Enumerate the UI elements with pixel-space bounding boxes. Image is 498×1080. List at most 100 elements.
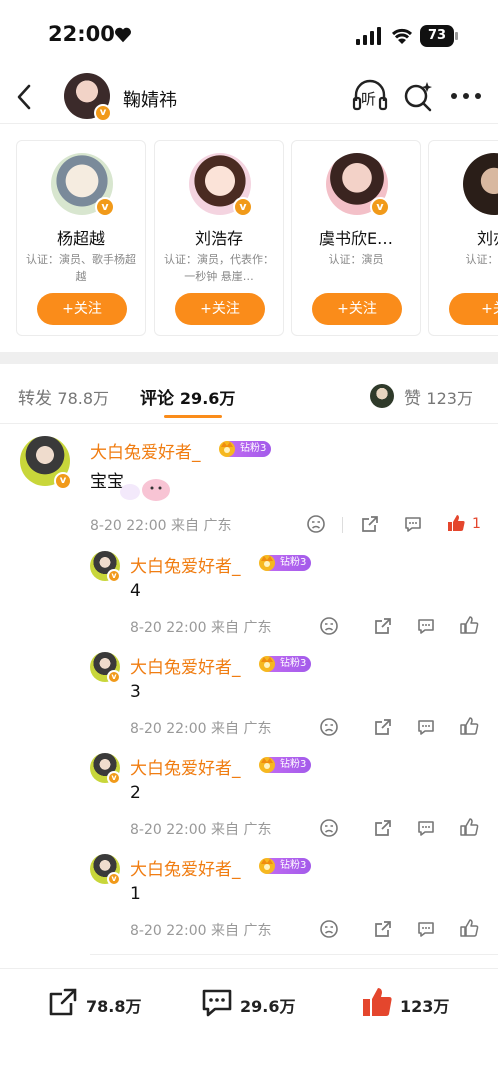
verified-icon: v <box>370 197 390 217</box>
comment-source: 来自 广东 <box>171 518 232 534</box>
like-icon[interactable] <box>459 918 479 938</box>
fan-badge: 钻粉3 <box>259 555 312 571</box>
comment-icon[interactable] <box>416 616 436 636</box>
tab-comment[interactable]: 评论 29.6万 <box>140 384 235 409</box>
status-bar: 22:00 73 <box>0 0 498 70</box>
dislike-icon[interactable] <box>319 717 339 737</box>
comment-username[interactable]: 大白兔爱好者_ <box>130 754 241 779</box>
user-card[interactable]: v 刘浩存 认证：演员，代表作：一秒钟 悬崖… +关注 <box>154 140 284 336</box>
signal-icon <box>356 27 381 45</box>
comment-button[interactable]: 29.6万 <box>200 985 310 1021</box>
fan-badge-label: 钻粉3 <box>280 658 307 669</box>
share-icon[interactable] <box>373 616 393 636</box>
tab-like-count: 123万 <box>426 389 473 408</box>
comment-time-value: 8-20 22:00 <box>130 822 207 838</box>
fan-badge-label: 钻粉3 <box>280 860 307 871</box>
comment-username[interactable]: 大白兔爱好者_ <box>130 552 241 577</box>
share-icon[interactable] <box>373 818 393 838</box>
status-time: 22:00 <box>48 22 115 46</box>
header: v 鞠婧祎 听 <box>0 70 498 124</box>
thumbs-up-icon <box>363 988 392 1016</box>
liker-avatar <box>370 384 394 408</box>
user-card[interactable]: 刘亦 认证：演员 +关 <box>428 140 498 336</box>
more-icon[interactable] <box>450 92 482 100</box>
comment-icon[interactable] <box>416 717 436 737</box>
crown-icon <box>259 555 275 571</box>
card-cert: 认证：演员 <box>328 253 384 266</box>
like-icon[interactable] <box>446 513 466 533</box>
follow-button[interactable]: +关注 <box>175 293 265 325</box>
like-count: 1 <box>472 516 481 532</box>
comment-icon[interactable] <box>416 919 436 939</box>
fan-badge-label: 钻粉3 <box>280 759 307 770</box>
back-icon[interactable] <box>12 82 36 112</box>
user-card[interactable]: v 虞书欣E… 认证：演员 +关注 <box>291 140 421 336</box>
comment-username[interactable]: 大白兔爱好者_ <box>130 653 241 678</box>
card-name: 刘浩存 <box>194 229 243 248</box>
like-icon[interactable] <box>459 615 479 635</box>
repost-button[interactable]: 78.8万 <box>46 985 156 1021</box>
heart-icon <box>115 27 131 43</box>
tab-repost-count: 78.8万 <box>57 389 110 408</box>
card-name: 虞书欣E… <box>318 229 394 248</box>
section-divider <box>0 352 498 364</box>
verified-icon: v <box>95 197 115 217</box>
battery-level: 73 <box>427 28 447 43</box>
comment-icon[interactable] <box>403 514 423 534</box>
comment-time-value: 8-20 22:00 <box>130 721 207 737</box>
battery-icon: 73 <box>420 25 458 47</box>
fan-badge-label: 钻粉3 <box>240 443 267 454</box>
crown-icon <box>259 858 275 874</box>
comment-time: 8-20 22:00 来自 广东 <box>130 819 271 839</box>
crown-icon <box>219 441 235 457</box>
verified-icon: v <box>107 569 121 583</box>
comment-source: 来自 广东 <box>211 620 272 636</box>
tab-repost[interactable]: 转发 78.8万 <box>18 384 109 409</box>
verified-icon: v <box>107 771 121 785</box>
recommended-users: v 杨超越 认证：演员、歌手杨超越 +关注 v 刘浩存 认证：演员，代表作：一秒… <box>0 124 498 352</box>
comment-source: 来自 广东 <box>211 923 272 939</box>
follow-button[interactable]: +关注 <box>312 293 402 325</box>
dislike-icon[interactable] <box>306 514 326 534</box>
verified-icon: v <box>54 472 72 490</box>
share-icon[interactable] <box>373 717 393 737</box>
comment-time: 8-20 22:00 来自 广东 <box>130 617 271 637</box>
comment-source: 来自 广东 <box>211 822 272 838</box>
comment-icon[interactable] <box>416 818 436 838</box>
dislike-icon[interactable] <box>319 616 339 636</box>
verified-icon: v <box>107 670 121 684</box>
card-cert: 认证：演员，代表作：一秒钟 悬崖… <box>164 253 274 283</box>
verified-icon: v <box>107 872 121 886</box>
comment-text: 1 <box>130 884 141 904</box>
user-card[interactable]: v 杨超越 认证：演员、歌手杨超越 +关注 <box>16 140 146 336</box>
crown-icon <box>259 656 275 672</box>
search-icon[interactable] <box>402 80 434 112</box>
comment-time: 8-20 22:00 来自 广东 <box>130 718 271 738</box>
dislike-icon[interactable] <box>319 919 339 939</box>
page-title[interactable]: 鞠婧祎 <box>123 86 177 112</box>
tab-comment-count: 29.6万 <box>179 389 236 408</box>
like-button[interactable]: 123万 <box>360 985 470 1021</box>
repost-icon <box>49 988 77 1016</box>
comment-text: 4 <box>130 581 141 601</box>
fan-badge: 钻粉3 <box>259 656 312 672</box>
share-icon[interactable] <box>373 919 393 939</box>
comment-username[interactable]: 大白兔爱好者_ <box>130 855 241 880</box>
like-icon[interactable] <box>459 817 479 837</box>
follow-button[interactable]: +关 <box>449 293 498 325</box>
verified-icon: v <box>233 197 253 217</box>
follow-button[interactable]: +关注 <box>37 293 127 325</box>
tab-active-indicator <box>164 415 222 418</box>
like-icon[interactable] <box>459 716 479 736</box>
crown-icon <box>259 757 275 773</box>
sticker-icon <box>120 479 170 501</box>
fan-badge: 钻粉3 <box>259 757 312 773</box>
comment-text: 2 <box>130 783 141 803</box>
dislike-icon[interactable] <box>319 818 339 838</box>
comment-username[interactable]: 大白兔爱好者_ <box>90 438 201 463</box>
avatar <box>463 153 498 215</box>
tab-like[interactable]: 赞 123万 <box>404 384 473 409</box>
listen-button[interactable]: 听 <box>352 79 388 113</box>
share-icon[interactable] <box>360 514 380 534</box>
comment-count: 29.6万 <box>240 997 296 1016</box>
